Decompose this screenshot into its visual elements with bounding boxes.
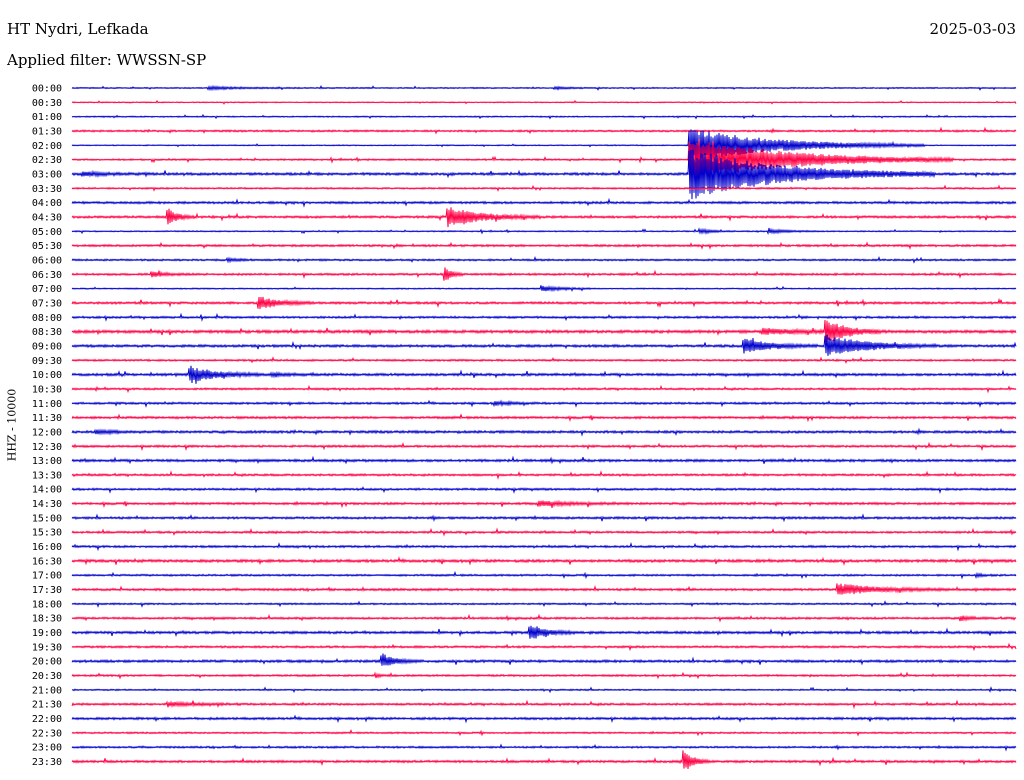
trace-line xyxy=(71,227,1017,236)
trace-line xyxy=(71,99,1017,105)
tick-label: 22:00 xyxy=(32,714,62,725)
trace-line xyxy=(71,470,1017,480)
trace-line xyxy=(71,750,1017,769)
tick-label: 04:30 xyxy=(32,212,62,223)
trace-line xyxy=(71,600,1017,608)
tick-label: 11:30 xyxy=(32,413,62,424)
trace-line xyxy=(71,413,1017,423)
tick-label: 23:30 xyxy=(32,757,62,768)
trace-line xyxy=(71,486,1017,495)
tick-label: 10:00 xyxy=(32,370,62,381)
tick-label: 19:00 xyxy=(32,628,62,639)
trace-line xyxy=(71,312,1017,322)
tick-label: 20:00 xyxy=(32,657,62,668)
tick-label: 02:00 xyxy=(32,141,62,152)
tick-label: 11:00 xyxy=(32,399,62,410)
trace-line xyxy=(71,319,1017,342)
tick-label: 09:30 xyxy=(32,356,62,367)
trace-line xyxy=(71,84,1017,92)
tick-label: 12:00 xyxy=(32,427,62,438)
tick-label: 10:30 xyxy=(32,384,62,395)
tick-label: 17:00 xyxy=(32,571,62,582)
trace-line xyxy=(71,542,1017,552)
trace-line xyxy=(71,556,1017,566)
trace-line xyxy=(71,714,1017,724)
trace-line xyxy=(71,642,1017,652)
tick-label: 15:00 xyxy=(32,513,62,524)
trace-line xyxy=(71,285,1017,293)
tick-label: 00:30 xyxy=(32,98,62,109)
trace-line xyxy=(71,699,1017,710)
trace-line xyxy=(71,365,1017,384)
trace-line xyxy=(71,728,1017,737)
trace-line xyxy=(71,671,1017,680)
trace-line xyxy=(71,384,1017,394)
trace-line xyxy=(71,441,1017,452)
trace-line xyxy=(71,184,1017,192)
tick-label: 07:00 xyxy=(32,284,62,295)
trace-line xyxy=(71,625,1017,639)
tick-label: 21:00 xyxy=(32,685,62,696)
trace-line xyxy=(71,255,1017,264)
trace-line xyxy=(71,583,1017,595)
trace-line xyxy=(71,129,1017,163)
trace-line xyxy=(71,427,1017,437)
trace-line xyxy=(71,356,1017,365)
tick-label: 07:30 xyxy=(32,298,62,309)
trace-line xyxy=(71,613,1017,623)
tick-label: 08:30 xyxy=(32,327,62,338)
tick-label: 06:00 xyxy=(32,255,62,266)
tick-label: 01:00 xyxy=(32,112,62,123)
tick-label: 18:30 xyxy=(32,614,62,625)
trace-line xyxy=(71,296,1017,310)
tick-label: 00:00 xyxy=(32,84,62,95)
trace-line xyxy=(71,126,1017,135)
trace-line xyxy=(71,149,1017,200)
trace-line xyxy=(71,686,1017,694)
tick-label: 19:30 xyxy=(32,642,62,653)
tick-label: 05:00 xyxy=(32,227,62,238)
tick-label: 02:30 xyxy=(32,155,62,166)
tick-label: 21:30 xyxy=(32,700,62,711)
tick-label: 18:00 xyxy=(32,599,62,610)
trace-line xyxy=(71,207,1017,228)
tick-label: 05:30 xyxy=(32,241,62,252)
trace-line xyxy=(71,499,1017,509)
tick-label: 15:30 xyxy=(32,528,62,539)
trace-line xyxy=(71,653,1017,666)
trace-line xyxy=(71,197,1017,208)
tick-label: 14:00 xyxy=(32,485,62,496)
trace-line xyxy=(71,455,1017,465)
trace-line xyxy=(71,743,1017,752)
tick-label: 20:30 xyxy=(32,671,62,682)
tick-label: 03:00 xyxy=(32,169,62,180)
tick-label: 16:00 xyxy=(32,542,62,553)
trace-line xyxy=(71,113,1017,120)
tick-label: 01:30 xyxy=(32,126,62,137)
trace-line xyxy=(71,513,1017,523)
tick-label: 13:00 xyxy=(32,456,62,467)
tick-label: 17:30 xyxy=(32,585,62,596)
trace-line xyxy=(71,570,1017,580)
trace-line xyxy=(71,241,1017,250)
tick-label: 04:00 xyxy=(32,198,62,209)
tick-label: 13:30 xyxy=(32,470,62,481)
trace-line xyxy=(71,527,1017,537)
trace-line xyxy=(71,334,1017,356)
tick-label: 14:30 xyxy=(32,499,62,510)
tick-label: 16:30 xyxy=(32,556,62,567)
tick-label: 08:00 xyxy=(32,313,62,324)
tick-label: 23:00 xyxy=(32,743,62,754)
trace-line xyxy=(71,267,1017,281)
seismogram-plot: 00:00 00:30 01:00 01:30 02:00 02:30 03:00 03:30… xyxy=(32,84,1017,769)
trace-line xyxy=(71,399,1017,408)
tick-label: 09:00 xyxy=(32,341,62,352)
tick-label: 06:30 xyxy=(32,270,62,281)
tick-label: 12:30 xyxy=(32,442,62,453)
tick-label: 03:30 xyxy=(32,184,62,195)
tick-label: 22:30 xyxy=(32,728,62,739)
